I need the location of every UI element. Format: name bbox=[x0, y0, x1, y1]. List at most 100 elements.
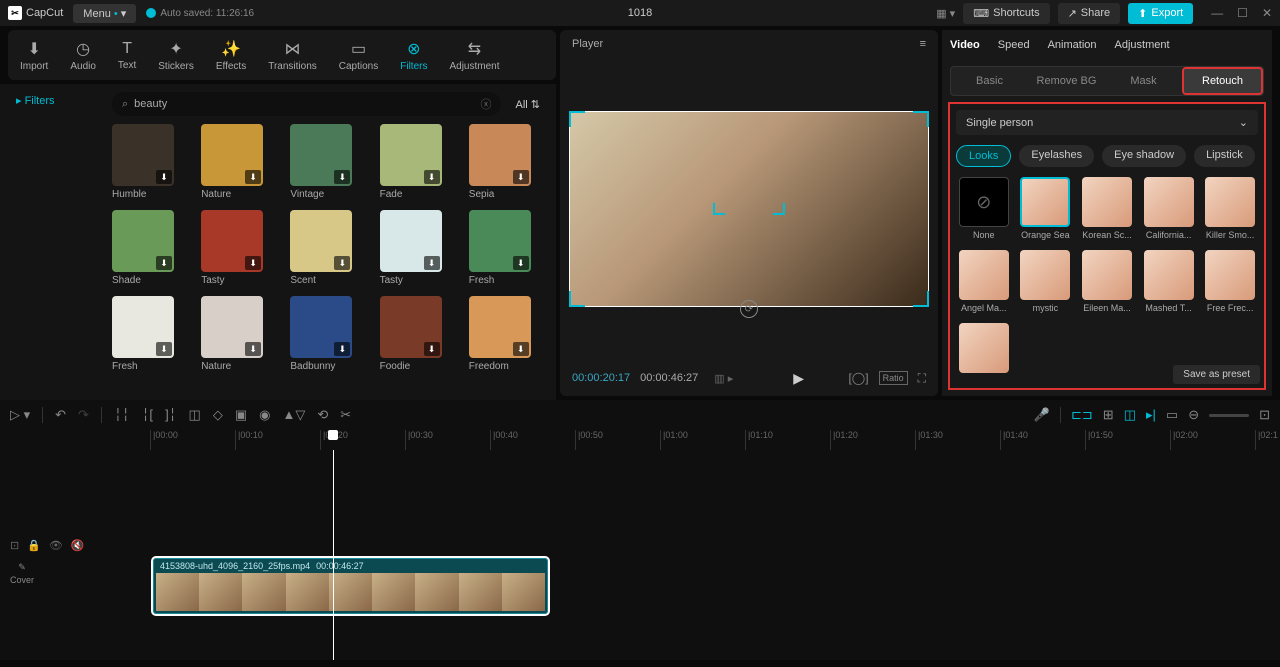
crop2-icon[interactable]: ✂ bbox=[340, 407, 351, 423]
lock-icon[interactable]: 🔒 bbox=[27, 539, 41, 552]
video-canvas[interactable] bbox=[569, 111, 929, 307]
look-item[interactable]: ⊘None bbox=[956, 177, 1012, 240]
zoom-fit-icon[interactable]: ⊡ bbox=[1259, 407, 1270, 423]
subtab-mask[interactable]: Mask bbox=[1105, 67, 1182, 95]
play-button[interactable]: ▶ bbox=[793, 370, 804, 387]
tl-settings-icon[interactable]: ⊡ bbox=[10, 539, 19, 552]
subtab-remove-bg[interactable]: Remove BG bbox=[1028, 67, 1105, 95]
look-item[interactable]: Korean Sc... bbox=[1079, 177, 1135, 240]
look-cat-looks[interactable]: Looks bbox=[956, 145, 1011, 167]
tab-transitions[interactable]: ⋈Transitions bbox=[264, 37, 321, 74]
person-dropdown[interactable]: Single person⌄ bbox=[956, 110, 1258, 135]
subtab-basic[interactable]: Basic bbox=[951, 67, 1028, 95]
tab-audio[interactable]: ◷Audio bbox=[66, 37, 100, 74]
timeline[interactable]: ⊡ 🔒 👁 🔇 ✎ Cover 4153808-uhd_4096_2160_25… bbox=[0, 450, 1280, 660]
look-cat-lipstick[interactable]: Lipstick bbox=[1194, 145, 1255, 167]
maximize-icon[interactable]: ☐ bbox=[1237, 6, 1248, 20]
sidebar-item-filters[interactable]: ▸ Filters bbox=[8, 92, 63, 109]
look-item[interactable]: Orange Sea bbox=[1018, 177, 1074, 240]
track-icon[interactable]: ▭ bbox=[1166, 407, 1178, 423]
download-icon[interactable]: ⬇ bbox=[334, 170, 350, 184]
playhead-handle[interactable] bbox=[328, 430, 338, 440]
close-icon[interactable]: ✕ bbox=[1262, 6, 1272, 20]
download-icon[interactable]: ⬇ bbox=[245, 342, 261, 356]
look-item[interactable]: Eileen Ma... bbox=[1079, 250, 1135, 313]
look-item[interactable]: California... bbox=[1141, 177, 1197, 240]
undo-icon[interactable]: ↶ bbox=[55, 407, 66, 423]
playhead-line[interactable] bbox=[333, 450, 334, 660]
snap-icon[interactable]: ◫ bbox=[1124, 407, 1136, 423]
mute-icon[interactable]: 🔇 bbox=[71, 539, 85, 552]
inspector-tab-adjustment[interactable]: Adjustment bbox=[1115, 39, 1170, 51]
tab-stickers[interactable]: ✦Stickers bbox=[154, 37, 198, 74]
download-icon[interactable]: ⬇ bbox=[156, 256, 172, 270]
eye-icon[interactable]: 👁 bbox=[49, 539, 63, 552]
inspector-tab-video[interactable]: Video bbox=[950, 39, 980, 51]
export-button[interactable]: ⬆ Export bbox=[1128, 3, 1193, 24]
filter-thumb[interactable]: ⬇Fresh bbox=[112, 296, 183, 372]
preview-icon[interactable]: ▸| bbox=[1146, 407, 1156, 423]
download-icon[interactable]: ⬇ bbox=[513, 342, 529, 356]
player-viewport[interactable]: ⟳ bbox=[560, 58, 938, 360]
cover-button[interactable]: ✎ Cover bbox=[8, 562, 36, 585]
download-icon[interactable]: ⬇ bbox=[156, 170, 172, 184]
filter-thumb[interactable]: ⬇Tasty bbox=[201, 210, 272, 286]
tab-captions[interactable]: ▭Captions bbox=[335, 37, 382, 74]
fullscreen-icon[interactable]: ⛶ bbox=[918, 371, 926, 386]
mask-tool-icon[interactable]: ◇ bbox=[213, 407, 223, 423]
filter-thumb[interactable]: ⬇Vintage bbox=[290, 124, 361, 200]
filter-thumb[interactable]: ⬇Tasty bbox=[380, 210, 451, 286]
scale-icon[interactable]: [◯] bbox=[848, 371, 868, 385]
filter-thumb[interactable]: ⬇Fresh bbox=[469, 210, 540, 286]
split-right-icon[interactable]: ]╎ bbox=[165, 407, 176, 423]
download-icon[interactable]: ⬇ bbox=[513, 256, 529, 270]
download-icon[interactable]: ⬇ bbox=[245, 170, 261, 184]
timeline-ruler[interactable]: |00:00|00:10|00:20|00:30|00:40|00:50|01:… bbox=[0, 430, 1280, 450]
look-item[interactable]: Mashed T... bbox=[1141, 250, 1197, 313]
look-cat-eyelashes[interactable]: Eyelashes bbox=[1019, 145, 1094, 167]
search-input[interactable]: ⌕ ⓧ bbox=[112, 92, 501, 116]
download-icon[interactable]: ⬇ bbox=[334, 342, 350, 356]
inspector-tab-speed[interactable]: Speed bbox=[998, 39, 1030, 51]
filter-thumb[interactable]: ⬇Shade bbox=[112, 210, 183, 286]
download-icon[interactable]: ⬇ bbox=[513, 170, 529, 184]
zoom-slider[interactable] bbox=[1209, 414, 1249, 417]
filter-thumb[interactable]: ⬇Nature bbox=[201, 124, 272, 200]
look-item[interactable]: mystic bbox=[1018, 250, 1074, 313]
reverse-icon[interactable]: ◉ bbox=[259, 407, 270, 423]
ratio-button[interactable]: Ratio bbox=[879, 371, 908, 385]
tab-import[interactable]: ⬇Import bbox=[16, 37, 52, 74]
filter-thumb[interactable]: ⬇Sepia bbox=[469, 124, 540, 200]
inspector-tab-animation[interactable]: Animation bbox=[1048, 39, 1097, 51]
download-icon[interactable]: ⬇ bbox=[424, 256, 440, 270]
zoom-out-icon[interactable]: ⊖ bbox=[1188, 407, 1199, 423]
share-button[interactable]: ↗ Share bbox=[1058, 3, 1121, 24]
list-icon[interactable]: ▥ ▸ bbox=[714, 372, 733, 385]
tab-text[interactable]: TText bbox=[114, 38, 140, 73]
subtab-retouch[interactable]: Retouch bbox=[1182, 67, 1263, 95]
clear-icon[interactable]: ⓧ bbox=[480, 96, 491, 112]
crop-icon[interactable]: ◫ bbox=[189, 407, 201, 423]
look-item[interactable]: Killer Smo... bbox=[1202, 177, 1258, 240]
filter-thumb[interactable]: ⬇Humble bbox=[112, 124, 183, 200]
magnet-icon[interactable]: ⊏⊐ bbox=[1071, 407, 1093, 423]
shortcuts-button[interactable]: ⌨ Shortcuts bbox=[963, 3, 1049, 24]
minimize-icon[interactable]: — bbox=[1211, 6, 1223, 20]
timeline-tracks[interactable]: 4153808-uhd_4096_2160_25fps.mp400:00:46:… bbox=[115, 450, 1280, 660]
link-icon[interactable]: ⊞ bbox=[1103, 407, 1114, 423]
tab-filters[interactable]: ⊗Filters bbox=[396, 37, 431, 74]
split-icon[interactable]: ╎╎ bbox=[114, 407, 130, 423]
mic-icon[interactable]: 🎤 bbox=[1034, 407, 1050, 423]
pointer-tool-icon[interactable]: ▷ ▾ bbox=[10, 407, 30, 423]
download-icon[interactable]: ⬇ bbox=[334, 256, 350, 270]
tab-effects[interactable]: ✨Effects bbox=[212, 37, 250, 74]
layout-icon[interactable]: ▦ ▾ bbox=[936, 7, 955, 20]
look-item[interactable] bbox=[956, 323, 1012, 376]
download-icon[interactable]: ⬇ bbox=[245, 256, 261, 270]
mirror-icon[interactable]: ▲▽ bbox=[282, 407, 305, 423]
freeze-icon[interactable]: ▣ bbox=[235, 407, 247, 423]
filter-thumb[interactable]: ⬇Nature bbox=[201, 296, 272, 372]
filter-thumb[interactable]: ⬇Badbunny bbox=[290, 296, 361, 372]
split-left-icon[interactable]: ╎[ bbox=[142, 407, 153, 423]
download-icon[interactable]: ⬇ bbox=[156, 342, 172, 356]
